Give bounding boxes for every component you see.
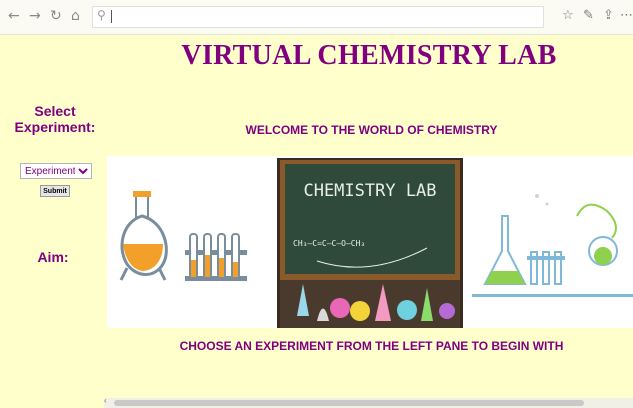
instruction-heading: CHOOSE AN EXPERIMENT FROM THE LEFT PANE … [179,339,564,353]
chalkboard: CHEMISTRY LAB CH₃–C=C–C–O–CH₃ [277,158,463,328]
welcome-heading: WELCOME TO THE WORLD OF CHEMISTRY [245,123,498,137]
horizontal-scrollbar[interactable]: ‹ [104,396,633,408]
forward-icon[interactable]: → [29,8,41,24]
board-title: CHEMISTRY LAB [303,181,436,201]
pen-icon[interactable]: ✎ [583,8,594,23]
scroll-left-icon[interactable]: ‹ [104,396,107,405]
round-flask-icon [119,191,168,281]
text-caret [111,10,112,23]
share-icon[interactable]: ⇪ [603,8,614,23]
board-formula: CH₃–C=C–C–O–CH₃ [293,239,365,248]
chemistry-lab-banner: CHEMISTRY LAB CH₃–C=C–C–O–CH₃ [107,156,633,328]
home-icon[interactable]: ⌂ [71,8,80,24]
experiment-select[interactable]: Experiment 1 [20,163,92,179]
search-icon: ⚲ [97,8,106,22]
address-bar[interactable]: ⚲ [92,6,544,28]
test-tube-rack-icon [185,233,247,281]
aim-label: Aim: [37,249,69,265]
lab-illustration: CHEMISTRY LAB CH₃–C=C–C–O–CH₃ [119,158,633,328]
refresh-icon[interactable]: ↻ [50,8,62,24]
scrollbar-thumb[interactable] [114,400,584,406]
submit-button[interactable]: Submit [40,185,70,197]
back-icon[interactable]: ← [8,8,20,24]
favorites-icon[interactable]: ☆ [562,8,574,23]
glassware-icon [472,194,633,297]
browser-toolbar: ← → ↻ ⌂ ⚲ ☆ ✎ ⇪ ⋯ [0,0,633,35]
page-title: VIRTUAL CHEMISTRY LAB [181,40,557,71]
select-experiment-label: Select Experiment: [14,103,96,135]
more-icon[interactable]: ⋯ [620,8,633,23]
